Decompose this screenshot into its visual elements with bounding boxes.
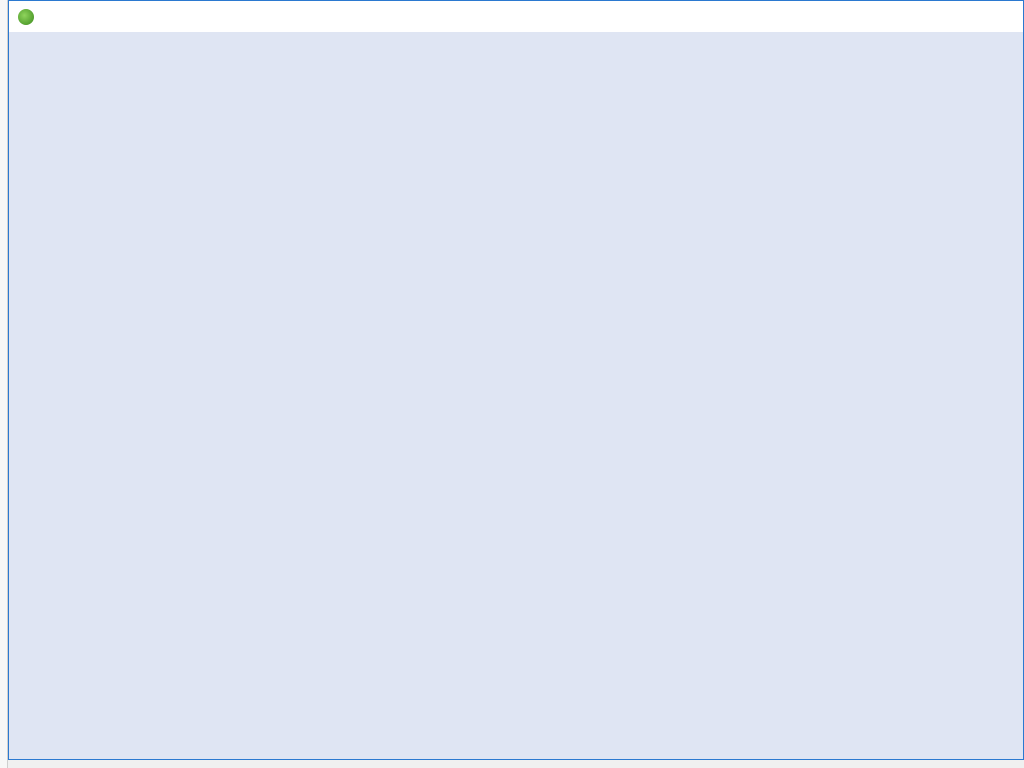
title-bar	[9, 1, 1023, 32]
spring-tool-suite-icon	[18, 8, 34, 25]
background-window	[0, 0, 8, 768]
main-window	[8, 0, 1024, 760]
maximize-button-wrapper	[923, 1, 969, 32]
